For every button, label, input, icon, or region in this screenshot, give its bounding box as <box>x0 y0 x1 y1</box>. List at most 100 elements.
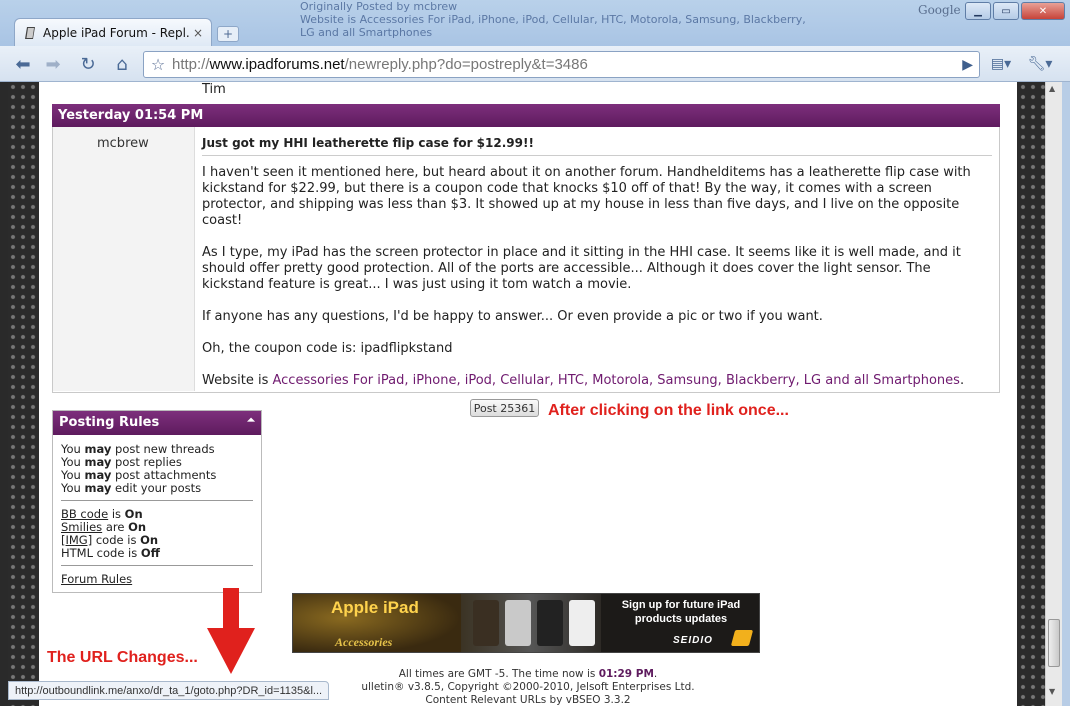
page-menu-button[interactable]: ▤▾ <box>986 52 1016 76</box>
back-button[interactable]: ⬅ <box>10 52 36 76</box>
tab-title: Apple iPad Forum - Repl... <box>43 25 189 40</box>
page-viewport: Tim Yesterday 01:54 PM mcbrew Just got m… <box>8 82 1045 706</box>
post-number-button[interactable]: Post 25361 <box>470 399 539 417</box>
annotation-after-click: After clicking on the link once... <box>548 402 789 419</box>
url-protocol: http:// <box>172 56 210 73</box>
collapse-icon[interactable]: ⏶ <box>247 415 255 426</box>
banner-subtitle: Accessories <box>335 635 393 649</box>
post-title: Just got my HHI leatherette flip case fo… <box>202 135 992 156</box>
case-image <box>569 600 595 646</box>
minimize-button[interactable]: ▁ <box>965 2 991 20</box>
page-menu-icon: ▤▾ <box>990 56 1012 72</box>
forward-arrow-icon: ➡ <box>45 53 61 75</box>
page-scrollbar[interactable]: ▲ ▼ <box>1045 82 1062 706</box>
banner-signup-text: Sign up for future iPad products updates <box>621 599 741 625</box>
post-paragraph: As I type, my iPad has the screen protec… <box>202 245 961 292</box>
seidio-logo-icon <box>730 630 754 646</box>
ipad-favicon-icon <box>23 26 37 40</box>
forum-page: Tim Yesterday 01:54 PM mcbrew Just got m… <box>39 82 1017 706</box>
url-text: http://www.ipadforums.net/newreply.php?d… <box>172 56 588 73</box>
posting-rules-title: Posting Rules <box>59 415 160 430</box>
background-window-text: Originally Posted by mcbrew Website is A… <box>300 0 806 39</box>
rule-permission: post replies <box>115 455 182 469</box>
scrollbar-thumb[interactable] <box>1048 619 1060 667</box>
forum-rules-link[interactable]: Forum Rules <box>61 572 132 586</box>
rule-permission: post new threads <box>115 442 215 456</box>
home-icon: ⌂ <box>116 53 128 75</box>
rule-text: code is <box>95 533 137 547</box>
banner-brand: SEIDIO <box>673 635 713 646</box>
previous-post-signature: Tim <box>202 82 226 97</box>
banner-product-cases <box>461 594 601 652</box>
reload-icon: ↻ <box>80 53 96 75</box>
rule-text: is <box>111 507 122 521</box>
rule-text: HTML code is <box>61 546 138 560</box>
img-code-link[interactable]: [IMG] <box>61 533 92 547</box>
post-paragraph: Oh, the coupon code is: ipadflipkstand <box>202 341 453 356</box>
footer-time-prefix: All times are GMT -5. The time now is <box>398 668 596 680</box>
post-body: mcbrew Just got my HHI leatherette flip … <box>52 127 1000 393</box>
back-arrow-icon: ⬅ <box>15 53 31 75</box>
rule-you: You <box>61 442 81 456</box>
google-label: Google <box>918 3 961 17</box>
maximize-icon: ▭ <box>1001 5 1011 17</box>
rule-value: Off <box>140 546 160 560</box>
posting-rules-header: Posting Rules ⏶ <box>53 411 261 435</box>
reload-button[interactable]: ↻ <box>75 52 101 76</box>
post-content: Just got my HHI leatherette flip case fo… <box>202 135 992 405</box>
close-window-button[interactable]: ✕ <box>1021 2 1065 20</box>
rule-line: HTML code is Off <box>61 547 253 560</box>
website-prefix: Website is <box>202 373 273 388</box>
case-image <box>537 600 563 646</box>
browser-tab-active[interactable]: Apple iPad Forum - Repl... × <box>14 18 212 46</box>
rule-may: may <box>84 481 112 495</box>
red-down-arrow-icon <box>207 588 255 674</box>
case-image <box>473 600 499 646</box>
rule-may: may <box>84 442 112 456</box>
bookmark-star-icon[interactable]: ☆ <box>144 55 172 74</box>
address-bar[interactable]: ☆ http://www.ipadforums.net/newreply.php… <box>143 51 980 78</box>
post-website-line: Website is Accessories For iPad, iPhone,… <box>202 373 992 389</box>
footer-time-suffix: . <box>653 668 658 680</box>
post-user-panel: mcbrew <box>53 127 195 391</box>
rule-value: On <box>140 533 159 547</box>
banner-title: Apple iPad <box>331 598 419 617</box>
scroll-up-icon[interactable]: ▲ <box>1049 84 1055 93</box>
scroll-down-icon[interactable]: ▼ <box>1049 687 1055 696</box>
posting-rules-body: You may post new threads You may post re… <box>53 435 261 586</box>
rule-you: You <box>61 481 81 495</box>
post-paragraph: I haven't seen it mentioned here, but he… <box>202 165 971 228</box>
new-tab-button[interactable]: + <box>217 26 239 42</box>
footer-time: All times are GMT -5. The time now is 01… <box>39 668 1017 680</box>
rules-divider <box>61 500 253 501</box>
url-path: /newreply.php?do=postreply&t=3486 <box>344 56 588 73</box>
go-arrow-icon[interactable]: ▶ <box>962 57 973 73</box>
rule-permission: edit your posts <box>115 481 202 495</box>
forward-button[interactable]: ➡ <box>40 52 66 76</box>
smilies-link[interactable]: Smilies <box>61 520 102 534</box>
post-username[interactable]: mcbrew <box>97 136 149 151</box>
status-bar-url: http://outboundlink.me/anxo/dr_ta_1/goto… <box>8 681 330 700</box>
window-titlebar: Originally Posted by mcbrew Website is A… <box>0 0 1070 46</box>
maximize-button[interactable]: ▭ <box>993 2 1019 20</box>
rule-line: Forum Rules <box>61 573 253 586</box>
wrench-menu-button[interactable]: 🔧︎▾ <box>1024 52 1056 76</box>
bb-code-link[interactable]: BB code <box>61 507 108 521</box>
home-button[interactable]: ⌂ <box>109 52 135 76</box>
seidio-ad-banner[interactable]: Apple iPad Accessories Sign up for futur… <box>292 593 760 653</box>
post-paragraph: If anyone has any questions, I'd be happ… <box>202 309 823 324</box>
posting-rules-box: Posting Rules ⏶ You may post new threads… <box>52 410 262 593</box>
minimize-icon: ▁ <box>974 5 982 17</box>
rule-may: may <box>84 468 112 482</box>
rule-line: You may edit your posts <box>61 482 253 495</box>
url-domain: www.ipadforums.net <box>209 56 345 73</box>
rule-you: You <box>61 468 81 482</box>
rules-divider <box>61 565 253 566</box>
rule-value: On <box>128 520 147 534</box>
tab-close-icon[interactable]: × <box>193 26 203 40</box>
browser-toolbar: ⬅ ➡ ↻ ⌂ ☆ http://www.ipadforums.net/newr… <box>0 46 1070 82</box>
affiliate-link[interactable]: Accessories For iPad, iPhone, iPod, Cell… <box>272 373 959 388</box>
rule-text: are <box>105 520 125 534</box>
rule-value: On <box>124 507 143 521</box>
wrench-icon: 🔧︎▾ <box>1027 56 1053 72</box>
